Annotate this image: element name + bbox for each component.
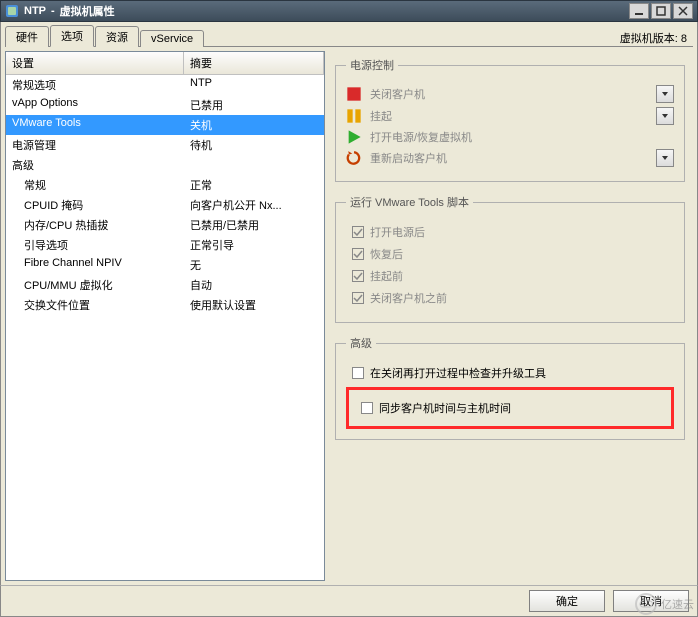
close-button[interactable] [673,3,693,19]
title-sep: - [51,5,55,17]
advanced-option[interactable]: 同步客户机时间与主机时间 [361,400,665,416]
list-item[interactable]: CPU/MMU 虚拟化自动 [6,275,324,295]
stop-icon [346,86,362,102]
tab-resources[interactable]: 资源 [95,26,139,47]
checkbox-label: 在关闭再打开过程中检查并升级工具 [370,365,546,381]
list-item[interactable]: 交换文件位置使用默认设置 [6,295,324,315]
list-item[interactable]: CPUID 掩码向客户机公开 Nx... [6,195,324,215]
restart-icon [346,150,362,166]
button-bar: 确定 取消 [0,585,698,617]
title-app: NTP [24,5,46,17]
checkbox-label: 恢复后 [370,246,403,262]
scripts-legend: 运行 VMware Tools 脚本 [346,194,473,210]
script-option: 关闭客户机之前 [352,290,674,306]
settings-list: 设置 摘要 常规选项NTPvApp Options已禁用VMware Tools… [5,51,325,581]
advanced-option[interactable]: 在关闭再打开过程中检查并升级工具 [352,365,674,381]
minimize-button[interactable] [629,3,649,19]
chevron-down-icon[interactable] [656,149,674,167]
scripts-group: 运行 VMware Tools 脚本 打开电源后恢复后挂起前关闭客户机之前 [335,194,685,323]
script-option: 恢复后 [352,246,674,262]
script-option: 挂起前 [352,268,674,284]
play-icon [346,129,362,145]
checkbox [352,270,364,282]
checkbox [352,226,364,238]
tab-vservice[interactable]: vService [140,30,204,47]
cancel-button[interactable]: 取消 [613,590,689,612]
vsphere-icon [5,4,19,18]
title-suffix: 虚拟机属性 [60,3,115,19]
list-item[interactable]: 引导选项正常引导 [6,235,324,255]
list-item[interactable]: 电源管理待机 [6,135,324,155]
list-item[interactable]: 高级 [6,155,324,175]
dialog-body: 硬件 选项 资源 vService 虚拟机版本: 8 设置 摘要 常规选项NTP… [0,22,698,585]
list-item[interactable]: 内存/CPU 热插拔已禁用/已禁用 [6,215,324,235]
power-label: 关闭客户机 [370,86,648,102]
power-label: 挂起 [370,108,648,124]
list-item[interactable]: 常规正常 [6,175,324,195]
list-item[interactable]: vApp Options已禁用 [6,95,324,115]
tab-hardware[interactable]: 硬件 [5,26,49,47]
list-header: 设置 摘要 [6,52,324,75]
advanced-group: 高级 在关闭再打开过程中检查并升级工具同步客户机时间与主机时间 [335,335,685,440]
power-control-group: 电源控制 关闭客户机挂起打开电源/恢复虚拟机重新启动客户机 [335,57,685,182]
power-control-legend: 电源控制 [346,57,398,73]
checkbox-label: 挂起前 [370,268,403,284]
list-item[interactable]: VMware Tools关机 [6,115,324,135]
ok-button[interactable]: 确定 [529,590,605,612]
tab-row: 硬件 选项 资源 vService 虚拟机版本: 8 [1,22,697,46]
checkbox-label: 打开电源后 [370,224,425,240]
pause-icon [346,108,362,124]
highlight-box: 同步客户机时间与主机时间 [346,387,674,429]
checkbox-label: 同步客户机时间与主机时间 [379,400,511,416]
title-bar: NTP - 虚拟机属性 [0,0,698,22]
power-label: 打开电源/恢复虚拟机 [370,129,648,145]
checkbox[interactable] [361,402,373,414]
power-option[interactable]: 挂起 [346,107,674,125]
col-summary[interactable]: 摘要 [184,52,324,74]
power-label: 重新启动客户机 [370,150,648,166]
col-setting[interactable]: 设置 [6,52,184,74]
script-option: 打开电源后 [352,224,674,240]
checkbox [352,248,364,260]
power-option[interactable]: 重新启动客户机 [346,149,674,167]
chevron-down-icon[interactable] [656,85,674,103]
vm-version-label: 虚拟机版本: 8 [620,30,693,46]
right-pane: 电源控制 关闭客户机挂起打开电源/恢复虚拟机重新启动客户机 运行 VMware … [325,51,693,581]
maximize-button[interactable] [651,3,671,19]
advanced-legend: 高级 [346,335,376,351]
chevron-down-icon[interactable] [656,107,674,125]
tab-options[interactable]: 选项 [50,25,94,47]
checkbox [352,292,364,304]
list-item[interactable]: Fibre Channel NPIV无 [6,255,324,275]
checkbox[interactable] [352,367,364,379]
checkbox-label: 关闭客户机之前 [370,290,447,306]
list-item[interactable]: 常规选项NTP [6,75,324,95]
power-option: 打开电源/恢复虚拟机 [346,129,674,145]
power-option[interactable]: 关闭客户机 [346,85,674,103]
